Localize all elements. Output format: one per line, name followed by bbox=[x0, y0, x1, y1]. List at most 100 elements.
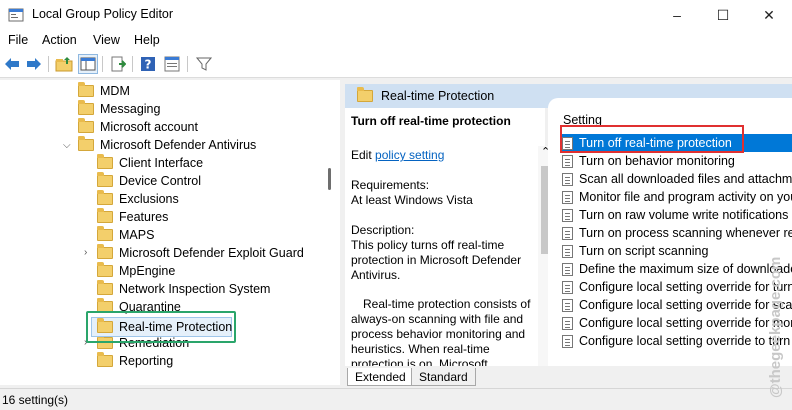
folder-icon bbox=[97, 172, 113, 187]
description-text-1: This policy turns off real-time protecti… bbox=[351, 238, 522, 282]
tree-item-label: Features bbox=[119, 210, 169, 224]
menu-view[interactable]: View bbox=[93, 33, 120, 47]
folder-icon bbox=[97, 208, 113, 223]
tree-item-exploit-guard[interactable]: Microsoft Defender Exploit Guard bbox=[97, 244, 304, 262]
tree-item-label: Network Inspection System bbox=[119, 282, 271, 296]
tree-item-mpengine[interactable]: MpEngine bbox=[97, 262, 175, 280]
edit-prefix: Edit bbox=[351, 148, 372, 162]
menu-bar: File Action View Help bbox=[0, 30, 792, 50]
folder-icon bbox=[97, 154, 113, 169]
tree-item-label: Microsoft Defender Exploit Guard bbox=[119, 246, 304, 260]
filter-icon[interactable] bbox=[194, 54, 214, 74]
list-item[interactable]: Turn on raw volume write notifications bbox=[562, 206, 792, 224]
toolbar-separator bbox=[48, 56, 49, 72]
list-item[interactable]: Monitor file and program activity on you… bbox=[562, 188, 792, 206]
policy-icon bbox=[562, 262, 573, 276]
menu-action[interactable]: Action bbox=[42, 33, 77, 47]
list-item-label: Turn on script scanning bbox=[579, 244, 709, 258]
tree-item-features[interactable]: Features bbox=[97, 208, 168, 226]
toolbar-separator bbox=[102, 56, 103, 72]
tree-item-label: Microsoft Defender Antivirus bbox=[100, 138, 257, 152]
folder-icon bbox=[78, 100, 94, 115]
menu-file[interactable]: File bbox=[8, 33, 28, 47]
description-pane: Turn off real-time protection Edit polic… bbox=[345, 108, 545, 366]
chevron-down-icon[interactable]: ⌵ bbox=[63, 140, 71, 151]
details-header-title: Real-time Protection bbox=[381, 89, 495, 103]
watermark-text: @thegeekpage.com bbox=[767, 257, 784, 398]
properties-icon[interactable] bbox=[162, 54, 182, 74]
edit-policy-link[interactable]: policy setting bbox=[375, 148, 444, 162]
watermark: @thegeekpage.com bbox=[767, 257, 784, 398]
folder-icon bbox=[97, 244, 113, 259]
policy-icon bbox=[562, 244, 573, 258]
tree-item-label: Messaging bbox=[100, 102, 161, 116]
tree-item-defender-antivirus[interactable]: Microsoft Defender Antivirus bbox=[78, 136, 256, 154]
title-bar: Local Group Policy Editor – ☐ ✕ bbox=[0, 0, 792, 30]
tree-item-client-interface[interactable]: Client Interface bbox=[97, 154, 203, 172]
tree-item-label: Client Interface bbox=[119, 156, 204, 170]
export-list-icon[interactable] bbox=[108, 54, 128, 74]
help-icon[interactable]: ? bbox=[138, 54, 158, 74]
tree-item-mdm[interactable]: MDM bbox=[78, 82, 130, 100]
forward-icon[interactable] bbox=[24, 54, 44, 74]
description-text-2: Real-time protection consists of always-… bbox=[351, 297, 531, 366]
up-folder-icon[interactable] bbox=[54, 54, 74, 74]
tree-scrollbar-thumb[interactable] bbox=[328, 168, 331, 190]
folder-icon bbox=[357, 87, 373, 102]
tab-extended[interactable]: Extended bbox=[347, 368, 414, 386]
policy-icon bbox=[562, 190, 573, 204]
gpedit-icon bbox=[8, 8, 24, 22]
folder-icon bbox=[97, 226, 113, 241]
status-text: 16 setting(s) bbox=[2, 393, 69, 407]
svg-text:?: ? bbox=[145, 58, 152, 72]
tree-item-messaging[interactable]: Messaging bbox=[78, 100, 160, 118]
folder-icon bbox=[78, 82, 94, 97]
toolbar-separator bbox=[187, 56, 188, 72]
close-button[interactable]: ✕ bbox=[746, 0, 792, 30]
list-item[interactable]: Turn on behavior monitoring bbox=[562, 152, 792, 170]
list-item-label: Monitor file and program activity on you… bbox=[579, 190, 792, 204]
edit-line: Edit policy setting bbox=[351, 148, 541, 163]
list-item-label: Scan all downloaded files and attachment… bbox=[579, 172, 792, 186]
tree-item-label: Reporting bbox=[119, 354, 174, 368]
folder-icon bbox=[97, 262, 113, 277]
toolbar: ? bbox=[0, 50, 792, 78]
policy-icon bbox=[562, 172, 573, 186]
chevron-right-icon[interactable]: › bbox=[84, 247, 87, 258]
policy-title: Turn off real-time protection bbox=[351, 114, 511, 128]
maximize-button[interactable]: ☐ bbox=[700, 0, 746, 30]
show-hide-tree-icon[interactable] bbox=[78, 54, 98, 74]
tree-highlight-box bbox=[86, 311, 236, 343]
requirements-value: At least Windows Vista bbox=[351, 193, 473, 207]
policy-icon bbox=[562, 154, 573, 168]
list-item-label: Turn on raw volume write notifications bbox=[579, 208, 789, 222]
tree-item-label: MpEngine bbox=[119, 264, 176, 278]
folder-icon bbox=[97, 190, 113, 205]
tree-item-maps[interactable]: MAPS bbox=[97, 226, 154, 244]
list-item[interactable]: Scan all downloaded files and attachment… bbox=[562, 170, 792, 188]
view-tabs: Extended Standard bbox=[345, 368, 792, 386]
folder-icon bbox=[78, 118, 94, 133]
tree-item-label: Device Control bbox=[119, 174, 201, 188]
tree-item-device-control[interactable]: Device Control bbox=[97, 172, 201, 190]
toolbar-separator bbox=[132, 56, 133, 72]
back-icon[interactable] bbox=[2, 54, 22, 74]
tree-item-label: Exclusions bbox=[119, 192, 179, 206]
tree-item-reporting[interactable]: Reporting bbox=[97, 352, 173, 370]
list-highlight-box bbox=[560, 125, 744, 153]
tree-item-microsoft-account[interactable]: Microsoft account bbox=[78, 118, 198, 136]
tree-item-label: MDM bbox=[100, 84, 130, 98]
policy-icon bbox=[562, 298, 573, 312]
tree-item-exclusions[interactable]: Exclusions bbox=[97, 190, 179, 208]
tab-standard[interactable]: Standard bbox=[411, 368, 476, 386]
description-label: Description: bbox=[351, 223, 415, 237]
minimize-button[interactable]: – bbox=[654, 0, 700, 30]
policy-icon bbox=[562, 280, 573, 294]
list-item-label: Turn on behavior monitoring bbox=[579, 154, 735, 168]
requirements-label: Requirements: bbox=[351, 178, 430, 192]
menu-help[interactable]: Help bbox=[134, 33, 160, 47]
policy-icon bbox=[562, 334, 573, 348]
policy-icon bbox=[562, 226, 573, 240]
tree-item-network-inspection[interactable]: Network Inspection System bbox=[97, 280, 270, 298]
window-title: Local Group Policy Editor bbox=[32, 7, 174, 21]
